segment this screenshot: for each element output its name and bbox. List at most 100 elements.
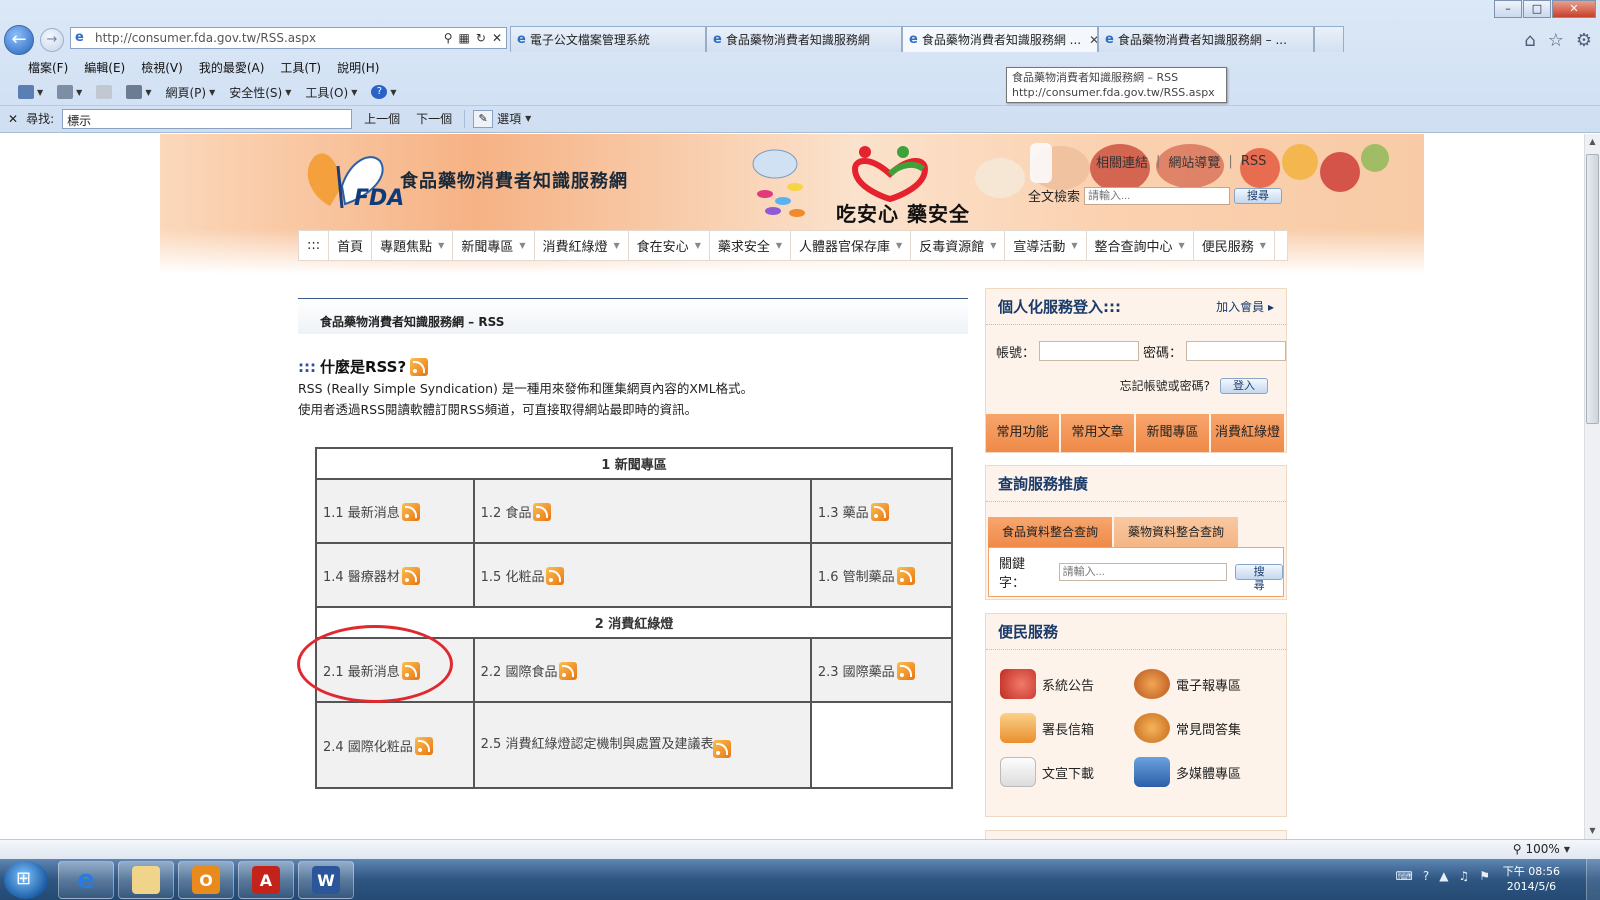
nav-food-safety[interactable]: 食在安心 ▼ [629,231,710,260]
related-links[interactable]: 相關連結 [1096,152,1148,171]
zoom-control[interactable]: ⚲ 100% ▼ [1513,842,1570,856]
action-center-icon[interactable]: ⚑ [1479,869,1490,883]
highlight-pen-icon[interactable]: ✎ [473,109,494,128]
show-desktop-button[interactable] [1586,859,1600,900]
tab-common-articles[interactable]: 常用文章 [1061,414,1136,452]
feed-cell[interactable]: 1.4 醫療器材 [315,542,475,608]
feed-cell[interactable]: 1.5 化粧品 [472,542,812,608]
vertical-scrollbar[interactable]: ▲ ▼ [1584,134,1600,839]
tab-fda-rss-active[interactable]: e 食品藥物消費者知識服務網 ... ✕ [902,26,1098,52]
help-icon[interactable]: ? [1423,869,1429,883]
stop-icon[interactable]: ✕ [492,31,502,45]
favorites-star-icon[interactable]: ☆ [1548,30,1564,51]
tab-fda-3[interactable]: e 食品藥物消費者知識服務網 – ... [1098,26,1314,52]
menu-help[interactable]: 說明(H) [329,59,387,76]
help-command[interactable]: ? ▼ [371,85,397,99]
nav-news[interactable]: 新聞專區 ▼ [453,231,535,260]
feed-cell[interactable]: 2.2 國際食品 [472,637,812,703]
read-mail-command[interactable] [96,85,113,99]
maximize-button[interactable]: □ [1523,0,1551,18]
taskbar-acrobat[interactable]: A [238,861,294,899]
service-director-mailbox[interactable]: 署長信箱 [1000,712,1130,744]
feed-cell[interactable]: 1.6 管制藥品 [809,542,954,608]
feed-cell[interactable]: 2.5 消費紅綠燈認定機制與處置及建議表 [472,701,812,789]
menu-view[interactable]: 檢視(V) [133,59,191,76]
network-icon[interactable]: ▲ [1439,869,1448,883]
account-input[interactable] [1039,341,1139,361]
service-announcements[interactable]: 系統公告 [1000,668,1130,700]
tools-gear-icon[interactable]: ⚙ [1576,30,1592,51]
close-window-button[interactable]: ✕ [1552,0,1596,18]
start-button[interactable] [4,861,48,899]
page-menu[interactable]: 網頁(P) ▼ [165,84,215,101]
back-button[interactable]: ← [4,25,34,55]
keyword-input[interactable] [1058,563,1228,581]
safety-menu[interactable]: 安全性(S) ▼ [229,84,291,101]
taskbar-word[interactable]: W [298,861,354,899]
tab-news[interactable]: 新聞專區 [1136,414,1211,452]
nav-consumer-lights[interactable]: 消費紅綠燈 ▼ [535,231,629,260]
nav-services[interactable]: 便民服務 ▼ [1194,231,1275,260]
tab-food-query[interactable]: 食品資料整合查詢 [988,517,1113,547]
site-search-input[interactable] [1084,186,1231,205]
menu-edit[interactable]: 編輯(E) [76,59,133,76]
find-input[interactable]: 標示 [62,108,353,129]
menu-file[interactable]: 檔案(F) [20,59,76,76]
menu-favorites[interactable]: 我的最愛(A) [191,59,273,76]
menu-tools[interactable]: 工具(T) [272,59,329,76]
taskbar-explorer[interactable] [118,861,174,899]
tools-menu[interactable]: 工具(O) ▼ [305,84,357,101]
scroll-up-icon[interactable]: ▲ [1585,134,1600,150]
volume-icon[interactable]: ♫ [1458,869,1469,883]
find-next-button[interactable]: 下一個 [412,110,456,127]
service-multimedia[interactable]: 多媒體專區 [1134,756,1264,788]
nav-anti-drug[interactable]: 反毒資源館 ▼ [911,231,1006,260]
feed-cell[interactable]: 2.4 國際化粧品 [315,701,475,789]
forward-button[interactable]: → [40,28,64,52]
home-command[interactable]: ▼ [18,85,43,99]
address-url[interactable]: http://consumer.fda.gov.tw/RSS.aspx [95,31,444,45]
refresh-icon[interactable]: ↻ [476,31,486,45]
nav-topics[interactable]: 專題焦點 ▼ [372,231,454,260]
tab-common-functions[interactable]: 常用功能 [986,414,1061,452]
query-search-button[interactable]: 搜尋 [1235,564,1283,592]
nav-home[interactable]: 首頁 [329,231,373,260]
feed-cell[interactable]: 2.3 國際藥品 [809,637,954,703]
compatibility-icon[interactable]: ▦ [459,31,470,45]
print-command[interactable]: ▼ [126,85,151,99]
password-input[interactable] [1186,341,1286,361]
tab-edocs[interactable]: e 電子公文檔案管理系統 [510,26,706,52]
site-search-button[interactable]: 搜尋 [1234,187,1283,204]
login-button[interactable]: 登入 [1220,377,1268,394]
search-icon[interactable]: ⚲ [444,31,453,45]
sitemap-link[interactable]: 網站導覽 [1168,152,1220,171]
feed-cell[interactable]: 1.3 藥品 [809,478,954,544]
find-close-icon[interactable]: ✕ [8,112,18,126]
home-icon[interactable]: ⌂ [1524,30,1535,51]
address-bar[interactable]: e http://consumer.fda.gov.tw/RSS.aspx ⚲ … [70,27,507,49]
find-previous-button[interactable]: 上一個 [360,110,404,127]
feed-cell[interactable]: 1.2 食品 [472,478,812,544]
forgot-link[interactable]: 忘記帳號或密碼? [1120,377,1210,394]
tab-drug-query[interactable]: 藥物資料整合查詢 [1114,517,1239,547]
taskbar-ie[interactable]: e [58,861,114,899]
nav-drug-safety[interactable]: 藥求安全 ▼ [710,231,792,260]
join-member-link[interactable]: 加入會員 ▸ [1216,298,1274,315]
tab-fda-1[interactable]: e 食品藥物消費者知識服務網 [706,26,902,52]
service-faq[interactable]: 常見問答集 [1134,712,1264,744]
service-downloads[interactable]: 文宣下載 [1000,756,1130,788]
feeds-command[interactable]: ▼ [57,85,82,99]
clock[interactable]: 下午 08:56 2014/5/6 [1503,864,1560,894]
nav-organ-bank[interactable]: 人體器官保存庫 ▼ [791,231,912,260]
nav-campaigns[interactable]: 宣導活動 ▼ [1005,231,1087,260]
new-tab-button[interactable] [1314,26,1344,52]
scroll-down-icon[interactable]: ▼ [1585,823,1600,839]
feed-cell[interactable]: 1.1 最新消息 [315,478,475,544]
rss-link[interactable]: RSS [1241,154,1267,169]
keyboard-icon[interactable]: ⌨ [1396,869,1413,883]
scroll-thumb[interactable] [1586,154,1599,424]
service-newsletter[interactable]: 電子報專區 [1134,668,1264,700]
minimize-button[interactable]: – [1494,0,1522,18]
tab-close-icon[interactable]: ✕ [1089,33,1097,47]
taskbar-outlook[interactable]: O [178,861,234,899]
